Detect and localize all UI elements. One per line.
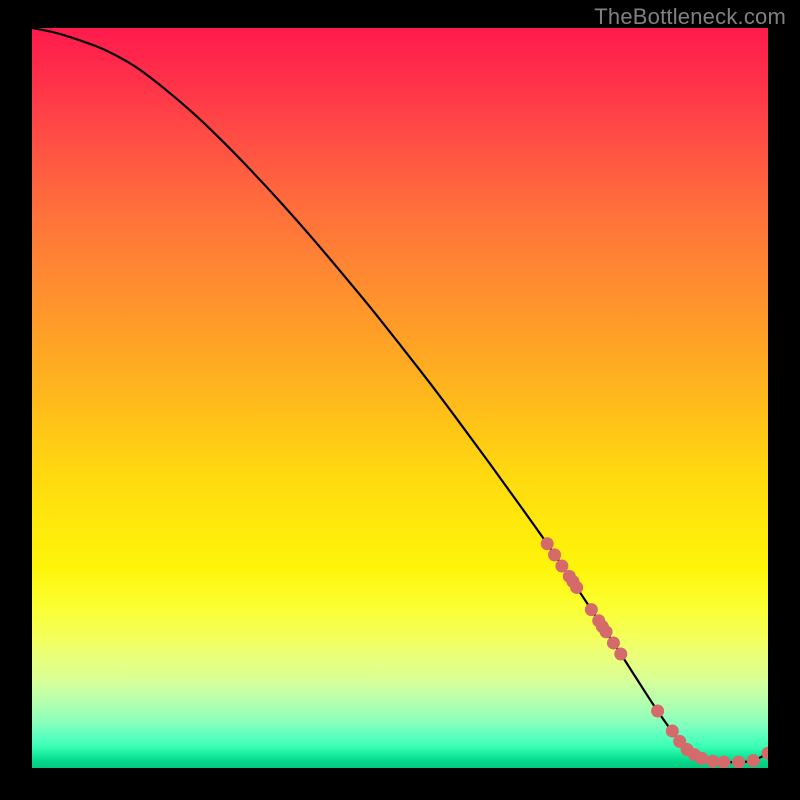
data-point — [762, 747, 769, 760]
chart-frame: TheBottleneck.com — [0, 0, 800, 800]
curve-line — [32, 28, 768, 762]
data-point — [706, 755, 719, 768]
data-point — [717, 756, 730, 768]
data-point — [541, 537, 554, 550]
data-point — [548, 548, 561, 561]
data-point — [570, 581, 583, 594]
data-point — [732, 756, 745, 768]
data-point — [607, 636, 620, 649]
data-point — [585, 603, 598, 616]
chart-svg — [32, 28, 768, 768]
plot-area — [32, 28, 768, 768]
data-point — [651, 705, 664, 718]
watermark-text: TheBottleneck.com — [594, 4, 786, 30]
data-point — [747, 754, 760, 767]
data-point — [600, 625, 613, 638]
data-point — [614, 648, 627, 661]
curve-markers — [541, 537, 768, 768]
data-point — [695, 752, 708, 765]
